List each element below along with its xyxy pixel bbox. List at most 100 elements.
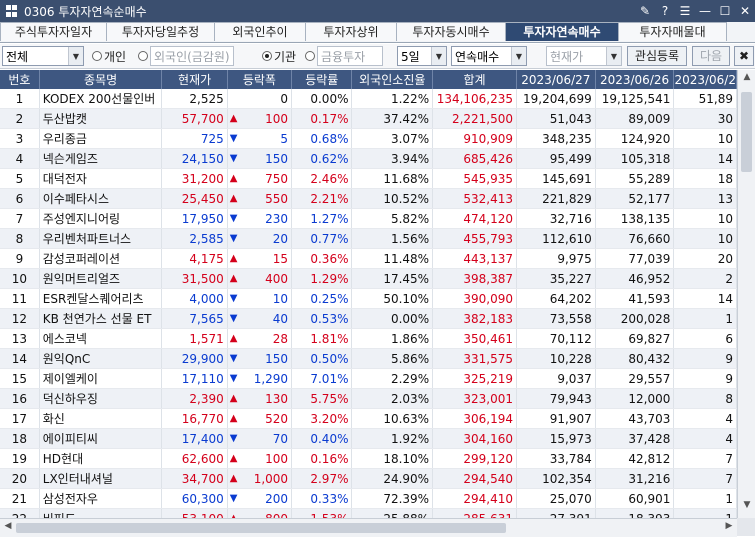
tab-bar: 주식투자자일자 투자자당일추정 외국인추이 투자자상위 투자자동시매수 투자자연… (0, 22, 755, 43)
price-type-select[interactable]: 현재가 ▼ (546, 46, 622, 66)
up-triangle-icon: ▲ (229, 193, 238, 204)
cell-name[interactable]: 우리종금 (39, 128, 163, 149)
radio-financial[interactable]: 금융투자 (305, 46, 393, 66)
cell-no: 14 (0, 348, 40, 369)
table-row[interactable]: 9 감성코퍼레이션 4,175 ▲ 15 0.36% 11.48% 443,137 9,975 7… (0, 248, 737, 269)
radio-institution[interactable]: 기관 (262, 46, 302, 66)
cell-name[interactable]: 우리벤처파트너스 (39, 228, 163, 249)
cell-name[interactable]: 화신 (39, 408, 163, 429)
maximize-icon[interactable]: ☐ (719, 4, 731, 18)
col-header-no[interactable]: 번호 (0, 70, 40, 89)
period-select[interactable]: 5일 ▼ (397, 46, 447, 66)
cell-no: 8 (0, 228, 40, 249)
up-triangle-icon: ▲ (229, 333, 238, 344)
cell-name[interactable]: 이수페타시스 (39, 188, 163, 209)
cell-date1: 32,716 (516, 208, 596, 229)
table-row[interactable]: 8 우리벤처파트너스 2,585 ▼ 20 0.77% 1.56% 455,793 112,61… (0, 228, 737, 249)
next-button[interactable]: 다음 (692, 46, 730, 66)
col-header-foreign[interactable]: 외국인소진율 (351, 70, 434, 89)
cell-name[interactable]: 원익머트리얼즈 (39, 268, 163, 289)
tab-investor-daily[interactable]: 주식투자자일자 (0, 22, 107, 41)
col-header-price[interactable]: 현재가 (161, 70, 228, 89)
cell-name[interactable]: 대덕전자 (39, 168, 163, 189)
close-panel-button[interactable]: ✖ (734, 46, 754, 66)
cell-price: 25,450 (161, 188, 228, 209)
table-row[interactable]: 14 원익QnC 29,900 ▼ 150 0.50% 5.86% 331,575 10,228… (0, 348, 737, 369)
cell-date1: 91,907 (516, 408, 596, 429)
col-header-change[interactable]: 등락폭 (227, 70, 293, 89)
scroll-up-icon[interactable]: ▲ (738, 72, 755, 88)
cell-name[interactable]: 덕신하우징 (39, 388, 163, 409)
tab-investor-consecutive[interactable]: 투자자연속매수 (505, 22, 619, 41)
cell-name[interactable]: 에스코넥 (39, 328, 163, 349)
table-row[interactable]: 5 대덕전자 31,200 ▲ 750 2.46% 11.68% 545,935 145,691… (0, 168, 737, 189)
cell-date3: 1 (673, 488, 737, 509)
table-row[interactable]: 1 KODEX 200선물인버 2,525 0 0.00% 1.22% 134,106,23… (0, 89, 737, 109)
scroll-right-icon[interactable]: ▶ (722, 521, 736, 535)
tab-investor-estimate[interactable]: 투자자당일추정 (106, 22, 215, 41)
table-row[interactable]: 22비피도53,100▲8001.53%25.88%285,63127,3911… (0, 508, 737, 518)
col-header-total[interactable]: 합계 (432, 70, 518, 89)
cell-name[interactable]: KODEX 200선물인버 (39, 89, 163, 109)
table-row[interactable]: 13 에스코넥 1,571 ▲ 28 1.81% 1.86% 350,461 70,112 69,… (0, 328, 737, 349)
cell-rate: 1.27% (291, 208, 353, 229)
menu-icon[interactable]: ☰ (679, 4, 691, 18)
tab-investor-volume[interactable]: 투자자매물대 (618, 22, 727, 41)
up-triangle-icon: ▲ (229, 113, 238, 124)
cell-date2: 77,039 (595, 248, 675, 269)
horizontal-scrollbar[interactable]: ◀ ▶ (0, 518, 737, 537)
cell-name[interactable]: 비피도 (39, 508, 163, 518)
cell-name[interactable]: 제이엘케이 (39, 368, 163, 389)
col-header-rate[interactable]: 등락률 (291, 70, 353, 89)
table-row[interactable]: 10 원익머트리얼즈 31,500 ▲ 400 1.29% 17.45% 398,387 35,… (0, 268, 737, 289)
cell-name[interactable]: ESR켄달스퀘어리츠 (39, 288, 163, 309)
cell-name[interactable]: 두산밥캣 (39, 108, 163, 129)
table-row[interactable]: 3 우리종금 725 ▼ 5 0.68% 3.07% 910,909 348,235 124,92… (0, 128, 737, 149)
cell-name[interactable]: KB 천연가스 선물 ET (39, 308, 163, 329)
tab-investor-simultaneous[interactable]: 투자자동시매수 (396, 22, 506, 41)
cell-change: ▼ 70 (227, 428, 293, 449)
table-row[interactable]: 19 HD현대 62,600 ▲ 100 0.16% 18.10% 299,120 33,784… (0, 448, 737, 469)
cell-date1: 9,975 (516, 248, 596, 269)
close-icon[interactable]: ✕ (739, 4, 751, 18)
table-row[interactable]: 16 덕신하우징 2,390 ▲ 130 5.75% 2.03% 323,001 79,943 1… (0, 388, 737, 409)
table-row[interactable]: 2 두산밥캣 57,700 ▲ 100 0.17% 37.42% 2,221,500 51,04… (0, 108, 737, 129)
table-row[interactable]: 21 삼성전자우 60,300 ▼ 200 0.33% 72.39% 294,410 25,07… (0, 488, 737, 509)
col-header-date2[interactable]: 2023/06/26 (595, 70, 675, 89)
market-select[interactable]: 전체 ▼ (2, 46, 84, 66)
cell-name[interactable]: 감성코퍼레이션 (39, 248, 163, 269)
table-row[interactable]: 6 이수페타시스 25,450 ▲ 550 2.21% 10.52% 532,413 221,8… (0, 188, 737, 209)
horizontal-scroll-thumb[interactable] (16, 523, 506, 533)
scroll-left-icon[interactable]: ◀ (1, 521, 15, 535)
col-header-date1[interactable]: 2023/06/27 (516, 70, 596, 89)
table-row[interactable]: 15 제이엘케이 17,110 ▼ 1,290 7.01% 2.29% 325,219 9,03… (0, 368, 737, 389)
cell-name[interactable]: 삼성전자우 (39, 488, 163, 509)
cell-name[interactable]: HD현대 (39, 448, 163, 469)
table-row[interactable]: 11 ESR켄달스퀘어리츠 4,000 ▼ 10 0.25% 50.10% 390,090 64… (0, 288, 737, 309)
table-row[interactable]: 4 넥슨게임즈 24,150 ▼ 150 0.62% 3.94% 685,426 95,499 1… (0, 148, 737, 169)
vertical-scroll-thumb[interactable] (741, 92, 752, 172)
help-icon[interactable]: ? (659, 4, 671, 18)
table-row[interactable]: 20 LX인터내셔널 34,700 ▲ 1,000 2.97% 24.90% 294,540 1… (0, 468, 737, 489)
table-row[interactable]: 7 주성엔지니어링 17,950 ▼ 230 1.27% 5.82% 474,120 32,71… (0, 208, 737, 229)
cell-name[interactable]: LX인터내셔널 (39, 468, 163, 489)
tab-investor-top[interactable]: 투자자상위 (305, 22, 397, 41)
tab-foreign-trend[interactable]: 외국인추이 (214, 22, 306, 41)
cell-name[interactable]: 넥슨게임즈 (39, 148, 163, 169)
table-row[interactable]: 17 화신 16,770 ▲ 520 3.20% 10.63% 306,194 91,907 43… (0, 408, 737, 429)
table-row[interactable]: 12 KB 천연가스 선물 ET 7,565 ▼ 40 0.53% 0.00% 382,183… (0, 308, 737, 329)
minimize-icon[interactable]: — (699, 4, 711, 18)
col-header-name[interactable]: 종목명 (39, 70, 163, 89)
vertical-scrollbar[interactable]: ▲ ▼ (737, 70, 755, 518)
radio-foreign[interactable]: 외국인(금감원) (138, 46, 256, 66)
table-row[interactable]: 18 에이피티씨 17,400 ▼ 70 0.40% 1.92% 304,160 15,973 3… (0, 428, 737, 449)
cell-name[interactable]: 원익QnC (39, 348, 163, 369)
radio-individual[interactable]: 개인 (92, 46, 138, 66)
cell-name[interactable]: 에이피티씨 (39, 428, 163, 449)
cell-name[interactable]: 주성엔지니어링 (39, 208, 163, 229)
col-header-date3[interactable]: 2023/06/2 (673, 70, 737, 89)
watchlist-button[interactable]: 관심등록 (627, 46, 687, 66)
mode-select[interactable]: 연속매수 ▼ (451, 46, 527, 66)
scroll-down-icon[interactable]: ▼ (738, 500, 755, 516)
pin-icon[interactable]: ✎ (639, 4, 651, 18)
